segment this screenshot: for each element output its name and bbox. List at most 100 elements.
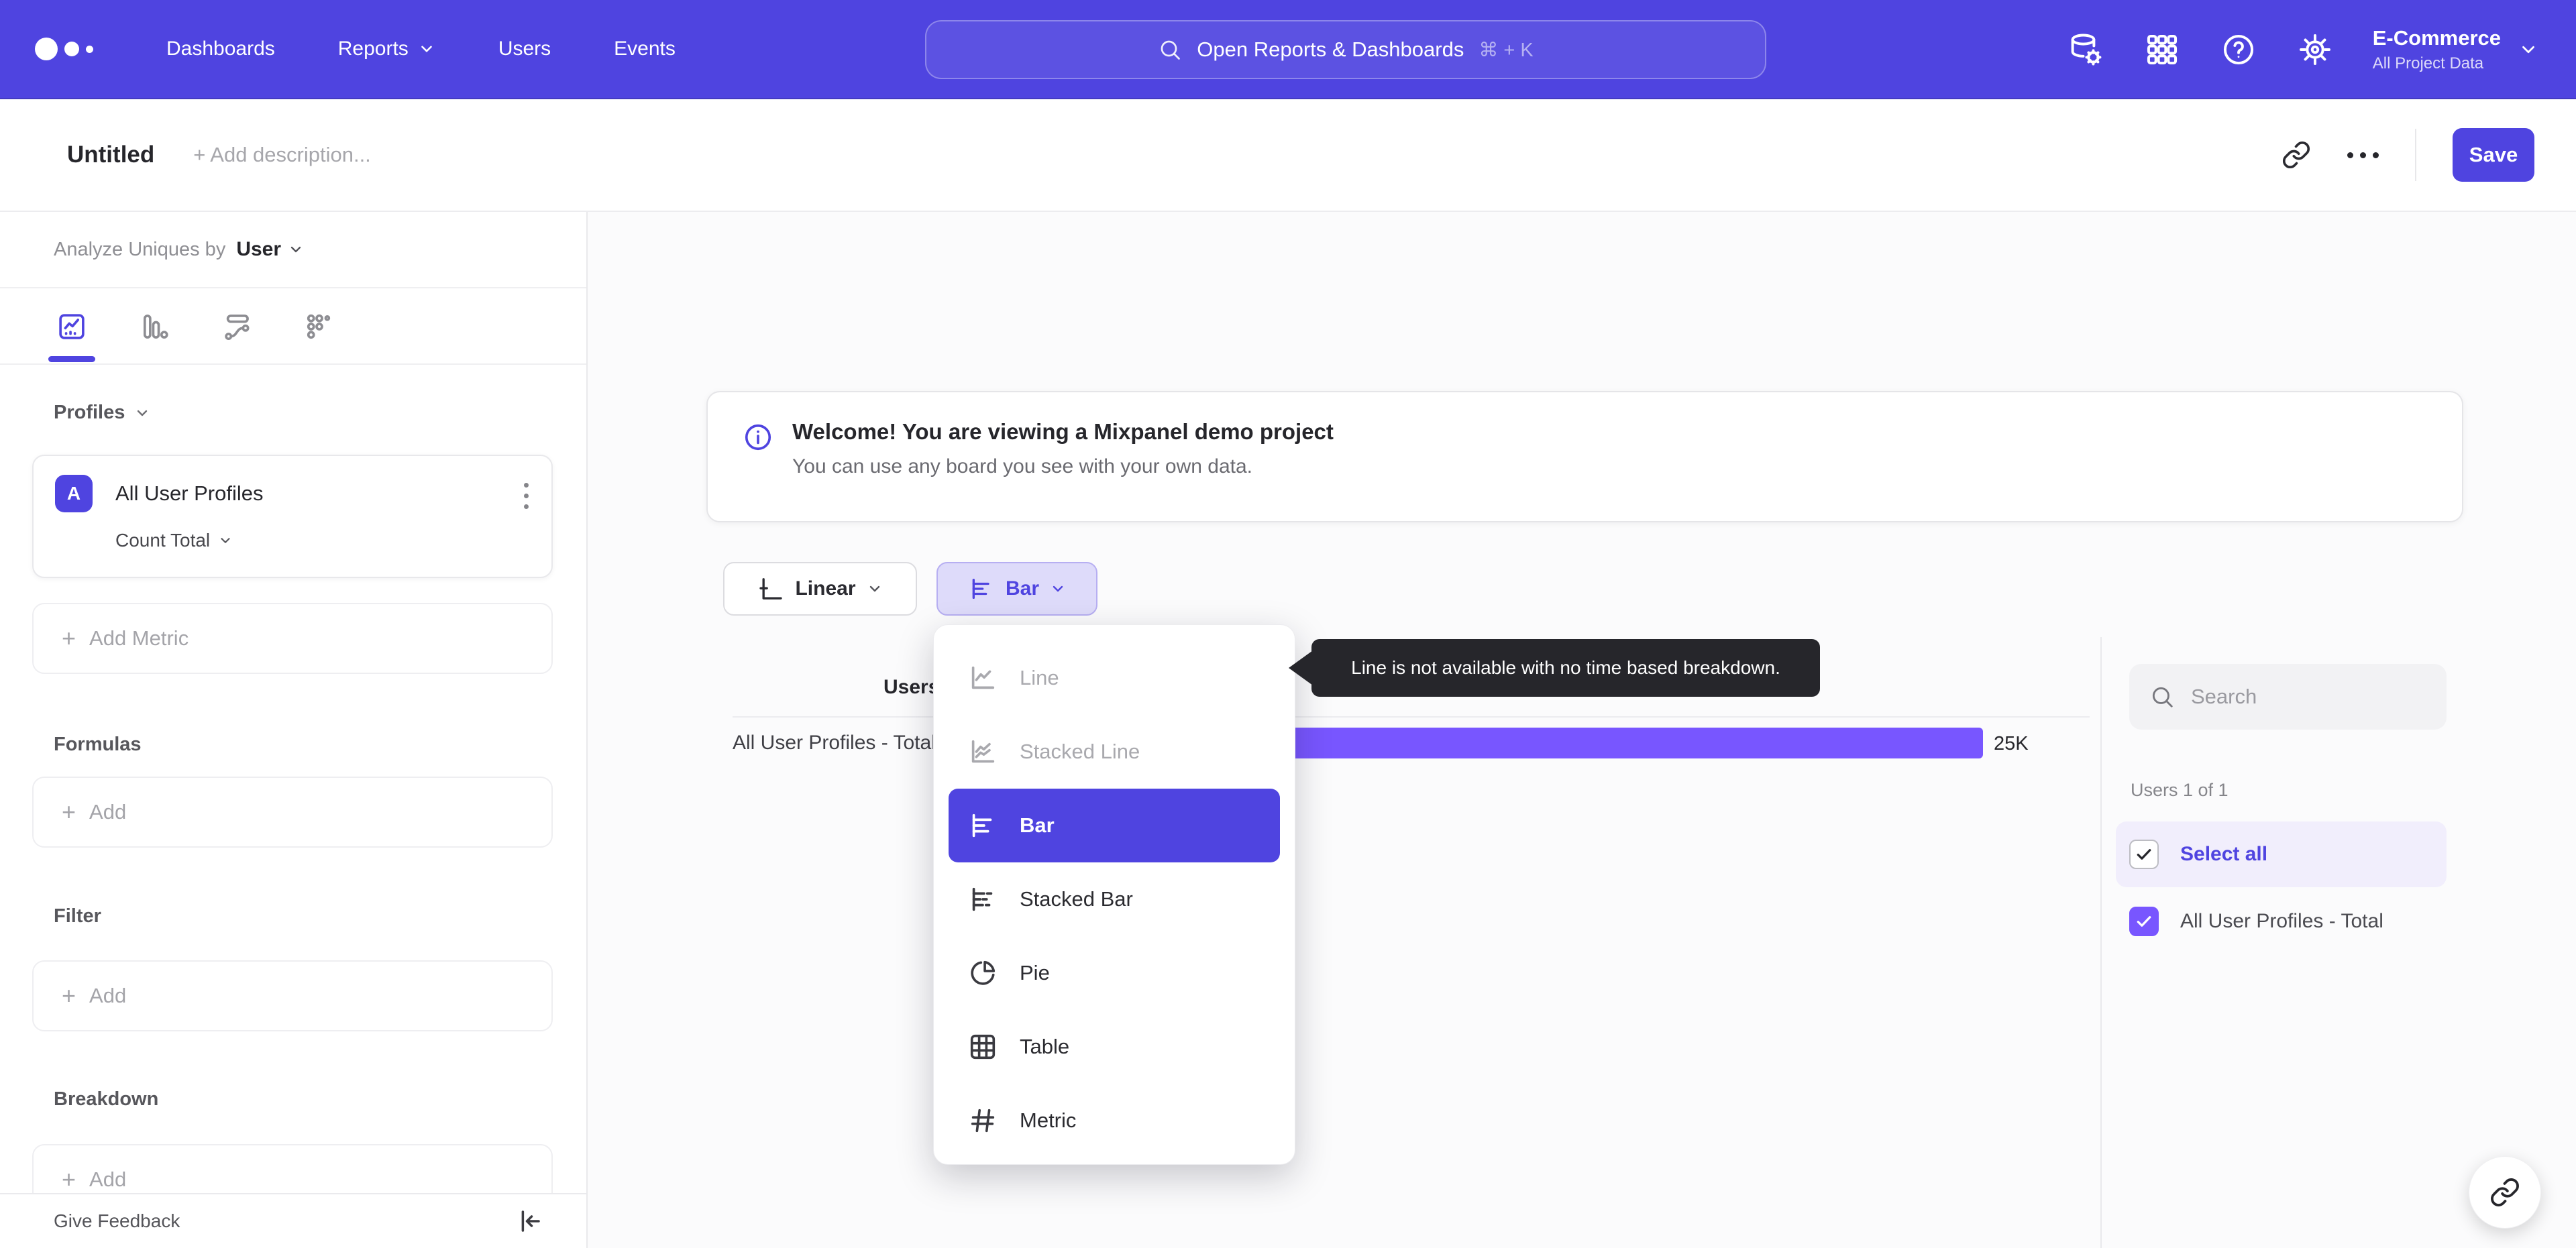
series-checkbox[interactable]	[2129, 907, 2159, 936]
metric-badge: A	[55, 475, 93, 512]
copy-link-icon[interactable]	[2282, 140, 2311, 170]
menu-item-stacked-line[interactable]: Stacked Line	[949, 715, 1280, 789]
menu-item-label: Bar	[1020, 813, 1055, 837]
menu-item-line[interactable]: Line	[949, 641, 1280, 715]
menu-item-label: Line	[1020, 666, 1059, 689]
search-icon	[1161, 40, 1181, 60]
project-scope: All Project Data	[2372, 54, 2484, 72]
apps-grid-icon[interactable]	[2143, 31, 2181, 68]
chart-type-select[interactable]: Bar	[936, 562, 1097, 616]
mixpanel-app: Dashboards Reports Users Events Open Rep…	[0, 0, 2576, 1248]
add-breakdown-label: Add	[89, 1168, 127, 1191]
formulas-section-header: Formulas	[54, 734, 142, 756]
line-chart-icon	[971, 666, 995, 689]
menu-item-label: Table	[1020, 1035, 1070, 1058]
metric-name[interactable]: All User Profiles	[115, 481, 264, 506]
mixpanel-logo[interactable]	[35, 38, 122, 60]
add-formula-button[interactable]: + Add	[32, 777, 553, 848]
series-search-input[interactable]	[2191, 685, 2412, 709]
chevron-down-icon	[2522, 46, 2534, 54]
tab-funnels[interactable]	[139, 311, 170, 342]
bar-chart-icon	[972, 813, 992, 838]
plus-icon: +	[62, 982, 76, 1009]
metric-kebab-icon[interactable]	[519, 477, 534, 514]
add-filter-button[interactable]: + Add	[32, 960, 553, 1031]
select-all-row[interactable]: Select all	[2116, 821, 2447, 887]
scale-select[interactable]: Linear	[723, 562, 917, 616]
stacked-bar-icon	[972, 887, 993, 911]
plus-icon: +	[62, 798, 76, 826]
nav-item-label: Users	[498, 38, 551, 60]
metric-aggregation-value: Count Total	[115, 530, 211, 551]
bar-chart-icon	[972, 579, 989, 599]
demo-banner: Welcome! You are viewing a Mixpanel demo…	[706, 391, 2463, 522]
tab-flows[interactable]	[221, 311, 252, 342]
series-row[interactable]: All User Profiles - Total	[2129, 907, 2383, 936]
series-count-label: Users 1 of 1	[2131, 780, 2229, 800]
report-title[interactable]: Untitled	[67, 141, 154, 168]
chevron-down-icon	[1053, 585, 1063, 592]
menu-item-label: Metric	[1020, 1109, 1077, 1132]
nav-item-reports[interactable]: Reports	[338, 38, 435, 60]
analyze-entity-select[interactable]: User	[236, 238, 304, 261]
metric-aggregation-select[interactable]: Count Total	[115, 530, 233, 551]
menu-item-pie[interactable]: Pie	[949, 936, 1280, 1010]
banner-title: Welcome! You are viewing a Mixpanel demo…	[792, 419, 1334, 444]
title-actions: Save	[2282, 128, 2534, 182]
add-metric-label: Add Metric	[89, 626, 189, 650]
tooltip-text: Line is not available with no time based…	[1351, 657, 1780, 678]
project-switcher[interactable]: E-Commerce All Project Data	[2373, 26, 2538, 73]
series-search[interactable]	[2129, 664, 2447, 730]
analyze-entity-value: User	[236, 238, 282, 260]
series-label: All User Profiles - Total	[2180, 910, 2383, 932]
settings-gear-icon[interactable]	[2296, 31, 2334, 68]
disabled-option-tooltip: Line is not available with no time based…	[1289, 639, 1820, 697]
tab-insights[interactable]	[56, 311, 87, 342]
analyze-label: Analyze Uniques by	[54, 238, 226, 260]
query-builder-sidebar: Analyze Uniques by User Profiles A All U…	[0, 212, 588, 1248]
menu-item-label: Stacked Bar	[1020, 887, 1133, 911]
plus-icon: +	[62, 1166, 76, 1193]
menu-item-stacked-bar[interactable]: Stacked Bar	[949, 862, 1280, 936]
banner-subtitle: You can use any board you see with your …	[792, 455, 1253, 477]
save-button[interactable]: Save	[2453, 128, 2534, 182]
share-link-fab[interactable]	[2469, 1156, 2541, 1229]
bar-row-label: All User Profiles - Total	[733, 732, 936, 754]
metric-hash-icon	[971, 1109, 995, 1133]
data-management-icon[interactable]	[2067, 31, 2104, 68]
flows-icon	[225, 315, 250, 341]
profiles-label: Profiles	[54, 402, 125, 423]
nav-item-dashboards[interactable]: Dashboards	[166, 38, 275, 60]
help-icon[interactable]	[2220, 31, 2257, 68]
global-search[interactable]: Open Reports & Dashboards ⌘ + K	[925, 20, 1766, 79]
project-meta: E-Commerce All Project Data	[2373, 26, 2501, 73]
report-type-tabs	[0, 290, 586, 365]
add-description[interactable]: + Add description...	[193, 143, 371, 167]
nav-item-label: Reports	[337, 38, 409, 60]
menu-item-label: Pie	[1020, 961, 1050, 984]
profiles-section-header[interactable]: Profiles	[54, 402, 150, 424]
collapse-sidebar-icon[interactable]	[515, 1207, 543, 1235]
filter-label: Filter	[54, 905, 101, 927]
report-title-bar: Untitled + Add description... Save	[0, 99, 2576, 212]
project-name: E-Commerce	[2372, 26, 2501, 50]
add-metric-button[interactable]: + Add Metric	[32, 603, 553, 674]
nav-item-events[interactable]: Events	[614, 38, 676, 60]
info-icon	[743, 422, 773, 453]
nav-item-label: Events	[614, 38, 676, 60]
more-options-icon[interactable]	[2347, 152, 2379, 158]
breakdown-label: Breakdown	[54, 1088, 159, 1110]
banner-text: Welcome! You are viewing a Mixpanel demo…	[792, 419, 1334, 521]
menu-item-bar[interactable]: Bar	[949, 789, 1280, 862]
menu-item-table[interactable]: Table	[949, 1010, 1280, 1084]
select-all-checkbox[interactable]	[2129, 840, 2159, 869]
menu-item-metric[interactable]: Metric	[949, 1084, 1280, 1157]
metric-card[interactable]: A All User Profiles Count Total	[32, 455, 553, 578]
give-feedback-link[interactable]: Give Feedback	[54, 1210, 180, 1232]
retention-icon	[307, 314, 331, 339]
chevron-down-icon	[221, 538, 230, 543]
chart-type-value: Bar	[1005, 577, 1040, 600]
funnels-icon	[143, 315, 168, 339]
nav-item-users[interactable]: Users	[498, 38, 551, 60]
tab-retention[interactable]	[304, 311, 335, 342]
